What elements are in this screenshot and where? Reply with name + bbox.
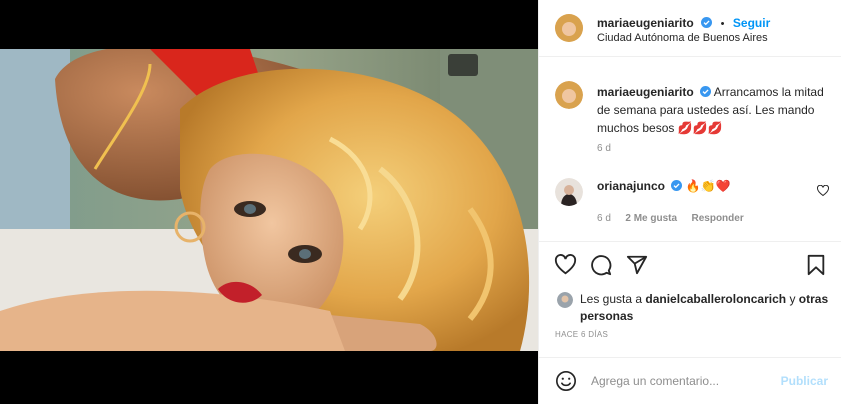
verified-badge-icon xyxy=(701,17,713,28)
photo-illustration xyxy=(0,49,538,351)
comment-composer: Agrega un comentario... Publicar xyxy=(539,357,841,404)
separator-dot: • xyxy=(720,18,725,30)
reply-button[interactable]: Responder xyxy=(692,213,744,224)
likes-suffix: y xyxy=(789,292,796,306)
small-heart-icon[interactable] xyxy=(817,185,829,197)
likes-prefix: Les gusta a xyxy=(580,292,643,306)
post-photo[interactable] xyxy=(0,49,538,351)
post-caption: mariaeugeniarito Arrancamos la mitad de … xyxy=(597,83,827,137)
avatar-image xyxy=(555,14,583,42)
author-line: mariaeugeniarito • Seguir xyxy=(597,14,770,32)
commenter-username[interactable]: orianajunco xyxy=(597,179,665,193)
emoji-icon[interactable] xyxy=(555,370,577,392)
verified-badge-icon xyxy=(671,180,683,191)
comment-input[interactable]: Agrega un comentario... xyxy=(591,374,719,388)
publish-button[interactable]: Publicar xyxy=(781,374,828,388)
follow-button[interactable]: Seguir xyxy=(733,16,770,30)
caption-age[interactable]: 6 d xyxy=(597,143,611,154)
location-link[interactable]: Ciudad Autónoma de Buenos Aires xyxy=(597,32,768,44)
heart-icon[interactable] xyxy=(554,254,577,276)
verified-badge-icon xyxy=(700,86,712,97)
post-header: mariaeugeniarito • Seguir Ciudad Autónom… xyxy=(539,0,841,57)
comment-text: 🔥👏❤️ xyxy=(685,179,731,193)
comment-icon[interactable] xyxy=(590,254,612,276)
caption-username[interactable]: mariaeugeniarito xyxy=(597,85,694,99)
comment-line: orianajunco 🔥👏❤️ xyxy=(597,179,731,193)
caption-avatar[interactable] xyxy=(555,81,583,109)
comment-likes[interactable]: 2 Me gusta xyxy=(625,213,677,224)
instagram-post-modal: mariaeugeniarito • Seguir Ciudad Autónom… xyxy=(0,0,841,404)
author-avatar[interactable] xyxy=(555,14,583,42)
commenter-avatar[interactable] xyxy=(555,178,583,206)
post-media xyxy=(0,0,538,404)
comment-meta: 6 d 2 Me gusta Responder xyxy=(597,208,744,226)
post-sidebar: mariaeugeniarito • Seguir Ciudad Autónom… xyxy=(538,0,841,404)
liker-username[interactable]: danielcaballeroloncarich xyxy=(645,292,786,306)
share-icon[interactable] xyxy=(626,254,648,276)
liker-avatar[interactable] xyxy=(557,292,573,308)
avatar-image xyxy=(555,81,583,109)
avatar-image xyxy=(555,178,583,206)
post-timestamp[interactable]: HACE 6 DÍAS xyxy=(555,330,608,339)
bookmark-icon[interactable] xyxy=(805,254,827,276)
comment-age[interactable]: 6 d xyxy=(597,213,611,224)
likes-summary: Les gusta a danielcaballeroloncarich y o… xyxy=(580,291,830,325)
avatar-image xyxy=(557,292,573,308)
actions-divider xyxy=(539,241,841,242)
author-username[interactable]: mariaeugeniarito xyxy=(597,16,694,30)
